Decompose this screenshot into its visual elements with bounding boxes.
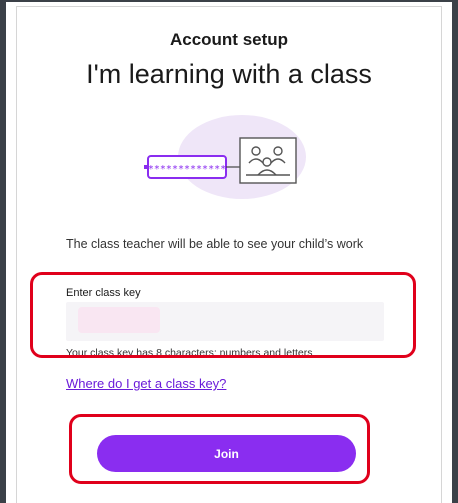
description-text: The class teacher will be able to see yo… (66, 237, 364, 251)
page-title: I'm learning with a class (86, 59, 372, 89)
account-setup-heading: Account setup (169, 30, 289, 49)
class-key-icon: ************* (144, 155, 227, 179)
highlight-class-key (30, 272, 416, 358)
class-key-help-link[interactable]: Where do I get a class key? (66, 376, 226, 391)
svg-text:*************: ************* (148, 164, 226, 175)
class-key-illustration: ************* (144, 115, 306, 199)
classroom-icon (239, 137, 297, 184)
join-button[interactable]: Join (97, 435, 356, 472)
